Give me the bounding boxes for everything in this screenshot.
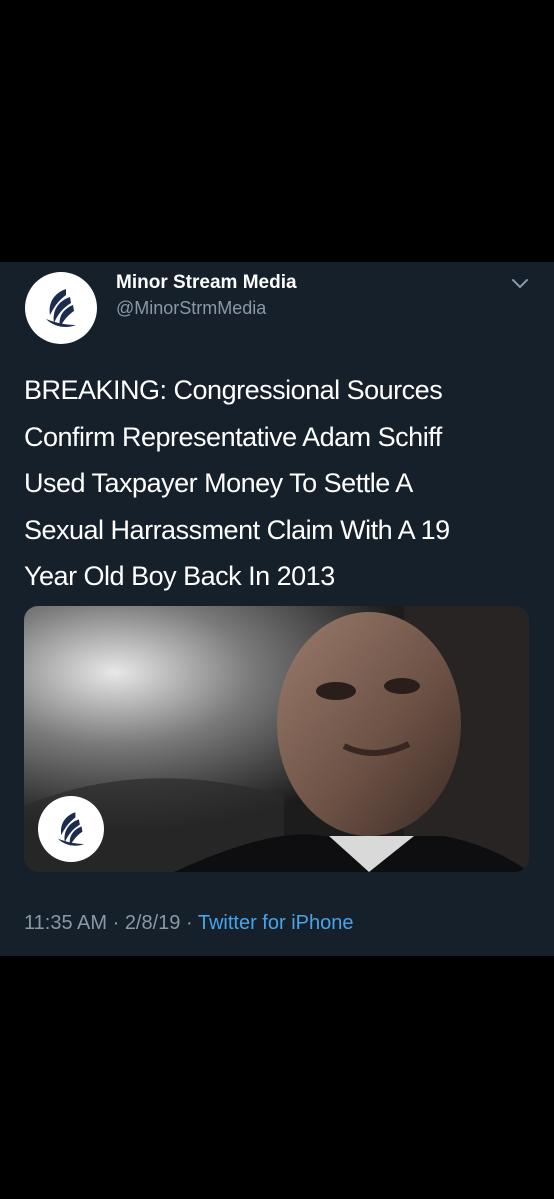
chevron-down-icon[interactable] bbox=[510, 276, 530, 292]
profile-avatar[interactable] bbox=[25, 272, 97, 344]
tweet-card: Minor Stream Media @MinorStrmMedia BREAK… bbox=[0, 262, 554, 956]
meta-separator: · bbox=[180, 912, 198, 934]
tweet-text-line: BREAKING: Congressional Sources bbox=[24, 375, 443, 405]
tweet-media-photo[interactable] bbox=[24, 606, 529, 872]
display-name[interactable]: Minor Stream Media bbox=[116, 272, 297, 294]
tweet-time[interactable]: 11:35 AM bbox=[24, 912, 107, 934]
bird-logo-icon bbox=[57, 812, 85, 846]
tweet-date[interactable]: 2/8/19 bbox=[125, 912, 181, 934]
tweet-metadata: 11:35 AM · 2/8/19 · Twitter for iPhone bbox=[24, 912, 353, 935]
bird-logo-icon bbox=[46, 289, 76, 327]
tweet-text-line: Used Taxpayer Money To Settle A bbox=[24, 468, 413, 498]
tweet-text: BREAKING: Congressional Sources Confirm … bbox=[24, 367, 534, 600]
tweet-source-link[interactable]: Twitter for iPhone bbox=[198, 912, 354, 934]
tweet-text-line: Sexual Harrassment Claim With A 19 bbox=[24, 514, 450, 545]
media-watermark-logo bbox=[38, 796, 104, 862]
tweet-text-line: Year Old Boy Back In 2013 bbox=[24, 561, 335, 591]
tweet-text-line: Confirm Representative Adam Schiff bbox=[24, 421, 442, 452]
meta-separator: · bbox=[107, 912, 125, 934]
user-handle[interactable]: @MinorStrmMedia bbox=[116, 298, 266, 319]
